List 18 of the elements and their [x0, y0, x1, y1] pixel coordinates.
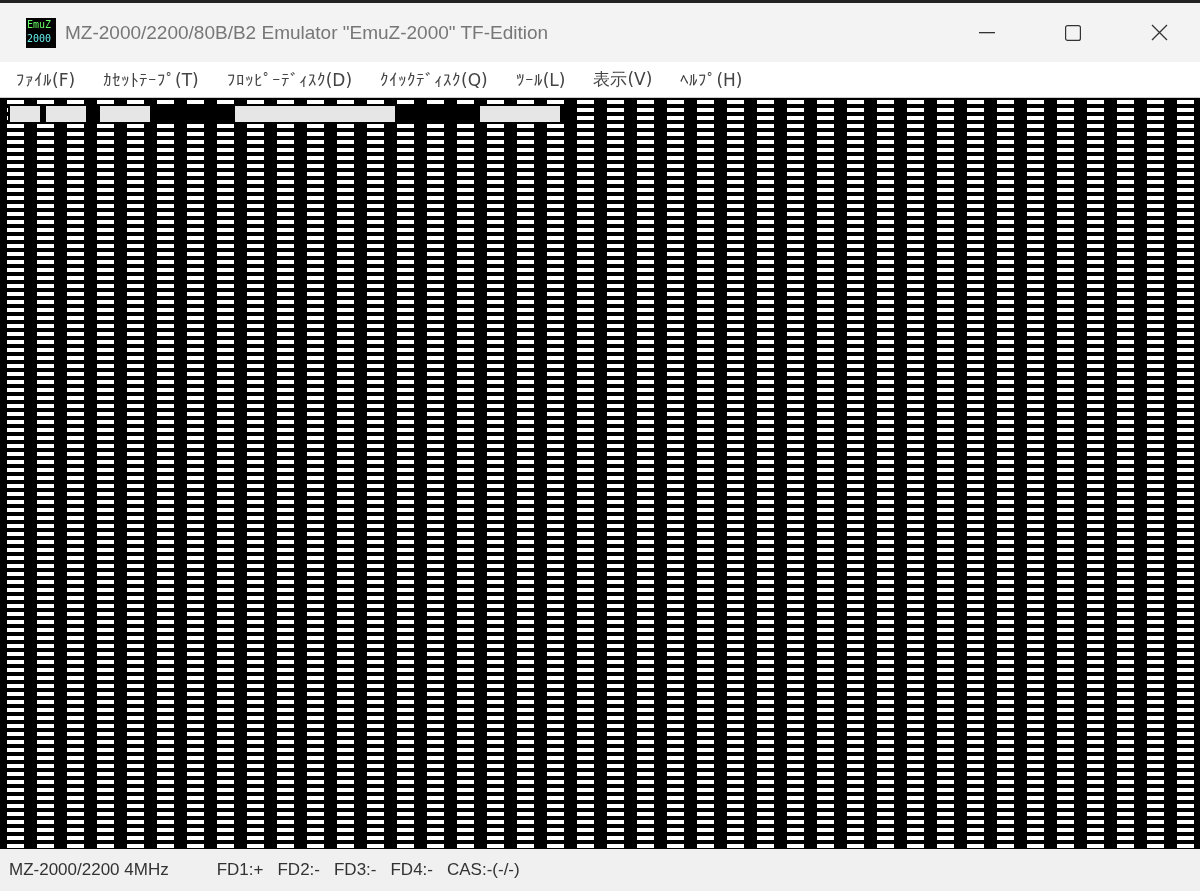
menu-item[interactable]: 表示(V) [590, 68, 656, 91]
status-text: FD3:- [333, 860, 377, 880]
status-text: FD4:- [390, 860, 433, 880]
menu-item[interactable]: ｸｲｯｸﾃﾞｨｽｸ(Q) [377, 69, 491, 90]
menu-item[interactable]: ﾌﾛｯﾋﾟｰﾃﾞｨｽｸ(D) [223, 69, 356, 90]
status-text: CAS:-(-/-) [446, 860, 520, 880]
menu-item[interactable]: ﾌｧｲﾙ(F) [13, 69, 79, 90]
status-text: MZ-2000/2200 4MHz [9, 860, 169, 880]
maximize-icon[interactable] [1065, 24, 1081, 41]
close-icon[interactable] [1151, 24, 1168, 41]
window-title: MZ-2000/2200/80B/B2 Emulator "EmuZ-2000" TF-Edition [65, 21, 549, 44]
status-text: FD2:- [277, 860, 320, 880]
status-text: FD1:+ [216, 860, 264, 880]
minimize-icon[interactable] [979, 31, 995, 34]
menu-item[interactable]: ｶｾｯﾄﾃｰﾌﾟ(T) [100, 69, 202, 90]
menu-item[interactable]: ﾂｰﾙ(L) [512, 69, 569, 90]
menu-item[interactable]: ﾍﾙﾌﾟ(H) [677, 69, 746, 90]
app-logo-icon: EmuZ 2000 [26, 17, 56, 48]
